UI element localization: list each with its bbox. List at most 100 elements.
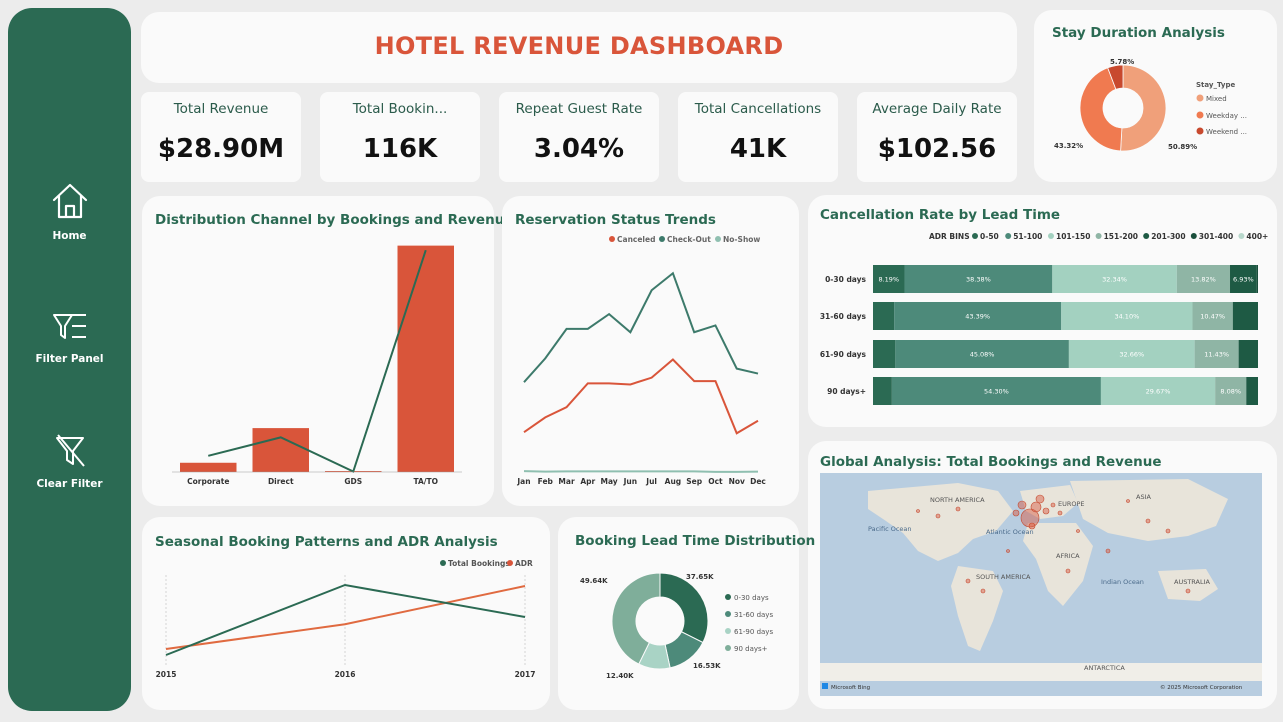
legend-swatch xyxy=(1196,111,1204,119)
adr-legend-item: 400+ xyxy=(1246,232,1268,241)
channel-bar xyxy=(397,245,454,472)
reservation-status-card[interactable]: Reservation Status Trends Canceled Check… xyxy=(502,196,799,506)
legend-swatch xyxy=(1238,233,1245,239)
legend-swatch xyxy=(1095,233,1102,239)
segment-data-label: 6.93% xyxy=(1233,276,1254,284)
stay-legend-weekend: Weekend ... xyxy=(1206,128,1247,136)
legend-swatch xyxy=(725,594,731,600)
stay-label-weekday: 43.32% xyxy=(1054,142,1083,150)
cancellation-chart: ADR BINS 0-50 51-100 101-150 151-200 201-300… xyxy=(820,232,1268,405)
stacked-segment xyxy=(1256,265,1258,293)
kpi-repeat-guest-rate[interactable]: Repeat Guest Rate 3.04% xyxy=(499,92,659,182)
kpi-total-cancellations[interactable]: Total Cancellations 41K xyxy=(678,92,838,182)
world-map[interactable]: NORTH AMERICA EUROPE ASIA Pacific Ocean … xyxy=(808,441,1277,709)
kpi-average-daily-rate[interactable]: Average Daily Rate $102.56 xyxy=(857,92,1017,182)
legend-swatch xyxy=(609,236,615,242)
stacked-segment xyxy=(1238,340,1258,368)
month-tick-label: Jan xyxy=(516,477,530,486)
country-bubble xyxy=(1076,529,1080,533)
adr-legend-item: 0-50 xyxy=(980,232,999,241)
country-bubble xyxy=(1017,500,1027,510)
segment-data-label: 38.38% xyxy=(966,276,991,284)
map-label-pacific: Pacific Ocean xyxy=(868,525,912,533)
x-tick-label: Corporate xyxy=(187,477,229,486)
year-tick-label: 2017 xyxy=(515,670,536,679)
stay-legend-title: Stay_Type xyxy=(1196,81,1235,89)
map-label-atlantic: Atlantic Ocean xyxy=(986,528,1034,536)
country-bubble xyxy=(935,513,941,519)
segment-data-label: 29.67% xyxy=(1146,388,1171,396)
global-analysis-card[interactable]: Global Analysis: Total Bookings and Reve… xyxy=(808,441,1277,709)
legend-swatch xyxy=(659,236,665,242)
month-tick-label: Feb xyxy=(538,477,554,486)
lead-label-31-60: 16.53K xyxy=(693,662,721,670)
month-tick-label: Sep xyxy=(686,477,702,486)
country-bubble xyxy=(1035,494,1045,504)
stacked-segment xyxy=(1232,302,1258,330)
country-bubble xyxy=(1012,509,1020,517)
nav-clear-label: Clear Filter xyxy=(36,478,103,490)
lead-time-chart: 37.65K 16.53K 12.40K 49.64K 0-30 days 31… xyxy=(580,572,773,680)
channel-bar xyxy=(180,462,237,472)
seasonal-chart: Total Bookings ADR 2015 2016 2017 xyxy=(156,559,536,679)
kpi-total-revenue[interactable]: Total Revenue $28.90M xyxy=(141,92,301,182)
lead-time-card[interactable]: Booking Lead Time Distribution 37.65K 16… xyxy=(558,517,815,710)
country-bubble xyxy=(1105,548,1111,554)
dashboard-title: HOTEL REVENUE DASHBOARD xyxy=(374,32,784,60)
country-bubble xyxy=(1126,499,1130,503)
segment-data-label: 34.10% xyxy=(1114,313,1139,321)
reservation-chart: Canceled Check-Out No-Show Jan Feb Mar Apr M… xyxy=(516,235,765,486)
kpi-total-bookings[interactable]: Total Bookin... 116K xyxy=(320,92,480,182)
map-label-antarctica: ANTARCTICA xyxy=(1084,664,1125,672)
country-bubble xyxy=(1145,518,1151,524)
stay-label-mixed: 50.89% xyxy=(1168,143,1197,151)
segment-data-label: 10.47% xyxy=(1200,313,1225,321)
distribution-channel-card[interactable]: Distribution Channel by Bookings and Rev… xyxy=(142,196,513,506)
seasonal-card[interactable]: Seasonal Booking Patterns and ADR Analys… xyxy=(142,517,550,710)
lead-label-90plus: 49.64K xyxy=(580,577,608,585)
lead-time-row-label: 61-90 days xyxy=(820,350,867,359)
series-line-check-out xyxy=(523,271,759,383)
kpi-value: $28.90M xyxy=(157,134,285,164)
lead-time-row-label: 31-60 days xyxy=(820,312,867,321)
channel-bar xyxy=(252,428,309,472)
stacked-segment xyxy=(873,302,895,330)
x-tick-label: TA/TO xyxy=(413,477,438,486)
legend-swatch xyxy=(725,645,731,651)
legend-swatch xyxy=(1196,127,1204,135)
bing-attribution: Microsoft Bing xyxy=(831,685,870,691)
cancellation-rate-card[interactable]: Cancellation Rate by Lead Time ADR BINS … xyxy=(808,195,1277,427)
filter-list-icon xyxy=(52,314,86,339)
country-bubble xyxy=(1042,507,1050,515)
segment-data-label: 54.30% xyxy=(984,388,1009,396)
legend-swatch xyxy=(972,233,978,239)
adr-legend-item: 201-300 xyxy=(1151,232,1185,241)
stay-legend-weekday: Weekday ... xyxy=(1206,112,1247,120)
bookings-line xyxy=(165,583,526,656)
x-tick-label: GDS xyxy=(344,477,362,486)
year-tick-label: 2015 xyxy=(156,670,177,679)
segment-data-label: 32.34% xyxy=(1102,276,1127,284)
segment-data-label: 32.66% xyxy=(1119,351,1144,359)
country-bubble xyxy=(1057,510,1063,516)
lead-legend-0: 0-30 days xyxy=(734,594,769,602)
lead-label-61-90: 12.40K xyxy=(606,672,634,680)
adr-bins-title: ADR BINS xyxy=(929,232,970,241)
legend-swatch xyxy=(725,628,731,634)
lead-legend-1: 31-60 days xyxy=(734,611,773,619)
map-label-south-america: SOUTH AMERICA xyxy=(976,573,1031,581)
stay-duration-card[interactable]: Stay Duration Analysis 5.78% 43.32% 50.8… xyxy=(1034,10,1277,182)
kpi-value: 3.04% xyxy=(533,134,625,164)
donut-slice xyxy=(659,572,709,644)
stay-label-weekend: 5.78% xyxy=(1110,58,1134,66)
map-label-asia: ASIA xyxy=(1136,493,1151,501)
nav-filter-panel[interactable]: Filter Panel xyxy=(8,309,131,365)
lead-legend-3: 90 days+ xyxy=(734,645,768,653)
header-card: HOTEL REVENUE DASHBOARD xyxy=(141,12,1017,83)
adr-legend-item: 151-200 xyxy=(1104,232,1138,241)
nav-clear-filter[interactable]: Clear Filter xyxy=(8,432,131,490)
map-copyright: © 2025 Microsoft Corporation xyxy=(1160,684,1243,691)
nav-home[interactable]: Home xyxy=(8,180,131,242)
revenue-line xyxy=(208,249,427,473)
legend-swatch xyxy=(440,560,446,566)
